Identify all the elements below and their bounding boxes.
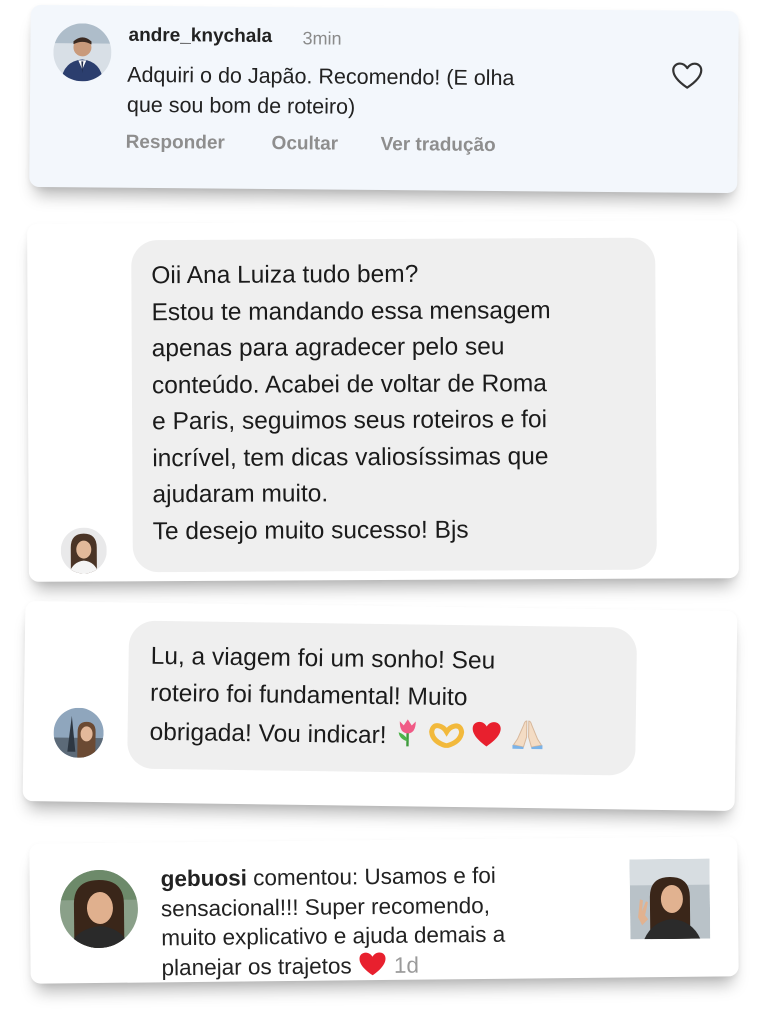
comment-card-gebuosi: gebuosi comentou: Usamos e foi sensacion… — [29, 836, 739, 984]
message-line: Oii Ana Luiza tudo bem? — [151, 260, 419, 290]
comment-timestamp: 1d — [393, 952, 420, 978]
comment-username[interactable]: andre_knychala — [128, 25, 272, 48]
message-line-text: obrigada! Vou indicar! — [149, 718, 387, 750]
praying-hands-icon — [510, 717, 547, 761]
avatar[interactable] — [53, 707, 104, 759]
comment-text-line: muito explicativo e ajuda demais a — [161, 921, 506, 951]
comment-text-line: gebuosi comentou: Usamos e foi — [161, 861, 505, 894]
post-thumbnail[interactable] — [629, 858, 711, 940]
message-card-2: Lu, a viagem foi um sonho! Seu roteiro f… — [22, 601, 738, 811]
message-bubble: Oii Ana Luiza tudo bem? Estou te mandand… — [131, 237, 657, 573]
comment-text: gebuosi comentou: Usamos e foi sensacion… — [161, 861, 506, 987]
message-line: conteúdo. Acabei de voltar de Roma — [151, 369, 547, 399]
avatar[interactable] — [53, 23, 112, 82]
comment-username[interactable]: gebuosi — [161, 865, 248, 891]
message-line: apenas para agradecer pelo seu — [151, 333, 505, 363]
heart-outline-icon[interactable] — [670, 60, 704, 90]
red-heart-icon — [358, 950, 388, 984]
comment-timestamp: 3min — [302, 28, 342, 49]
message-line: Te desejo muito sucesso! Bjs — [152, 516, 469, 545]
reply-button[interactable]: Responder — [126, 132, 225, 155]
message-line: Estou te mandando essa mensagem — [151, 296, 551, 326]
comment-text: Adquiri o do Japão. Recomendo! (E olha q… — [127, 60, 515, 123]
red-heart-icon — [471, 720, 504, 760]
hide-button[interactable]: Ocultar — [272, 133, 339, 156]
message-line: obrigada! Vou indicar! — [149, 712, 636, 762]
comment-text-segment: comentou: Usamos e foi — [246, 862, 496, 891]
message-bubble: Lu, a viagem foi um sonho! Seu roteiro f… — [127, 620, 638, 776]
comment-text-line: Adquiri o do Japão. Recomendo! (E olha — [127, 62, 515, 91]
comment-text-line: sensacional!!! Super recomendo, — [160, 892, 491, 921]
message-line: incrível, tem dicas valiosíssimas que — [152, 442, 549, 472]
translate-button[interactable]: Ver tradução — [381, 134, 496, 157]
heart-hands-icon — [428, 722, 465, 760]
comment-card-andre: andre_knychala 3min Adquiri o do Japão. … — [29, 4, 739, 194]
comment-text-line: que sou bom de roteiro) — [126, 92, 356, 119]
avatar[interactable] — [59, 869, 139, 949]
message-card-1: Oii Ana Luiza tudo bem? Estou te mandand… — [27, 220, 739, 582]
message-line: ajudaram muito. — [152, 480, 329, 509]
avatar[interactable] — [60, 527, 107, 574]
message-line: e Paris, seguimos seus roteiros e foi — [152, 406, 548, 436]
comment-text-segment: planejar os trajetos — [161, 952, 352, 980]
comment-text-line: planejar os trajetos 1d — [161, 949, 505, 986]
tulip-icon — [393, 717, 422, 759]
message-line: Lu, a viagem foi um sonho! Seu — [150, 642, 496, 675]
